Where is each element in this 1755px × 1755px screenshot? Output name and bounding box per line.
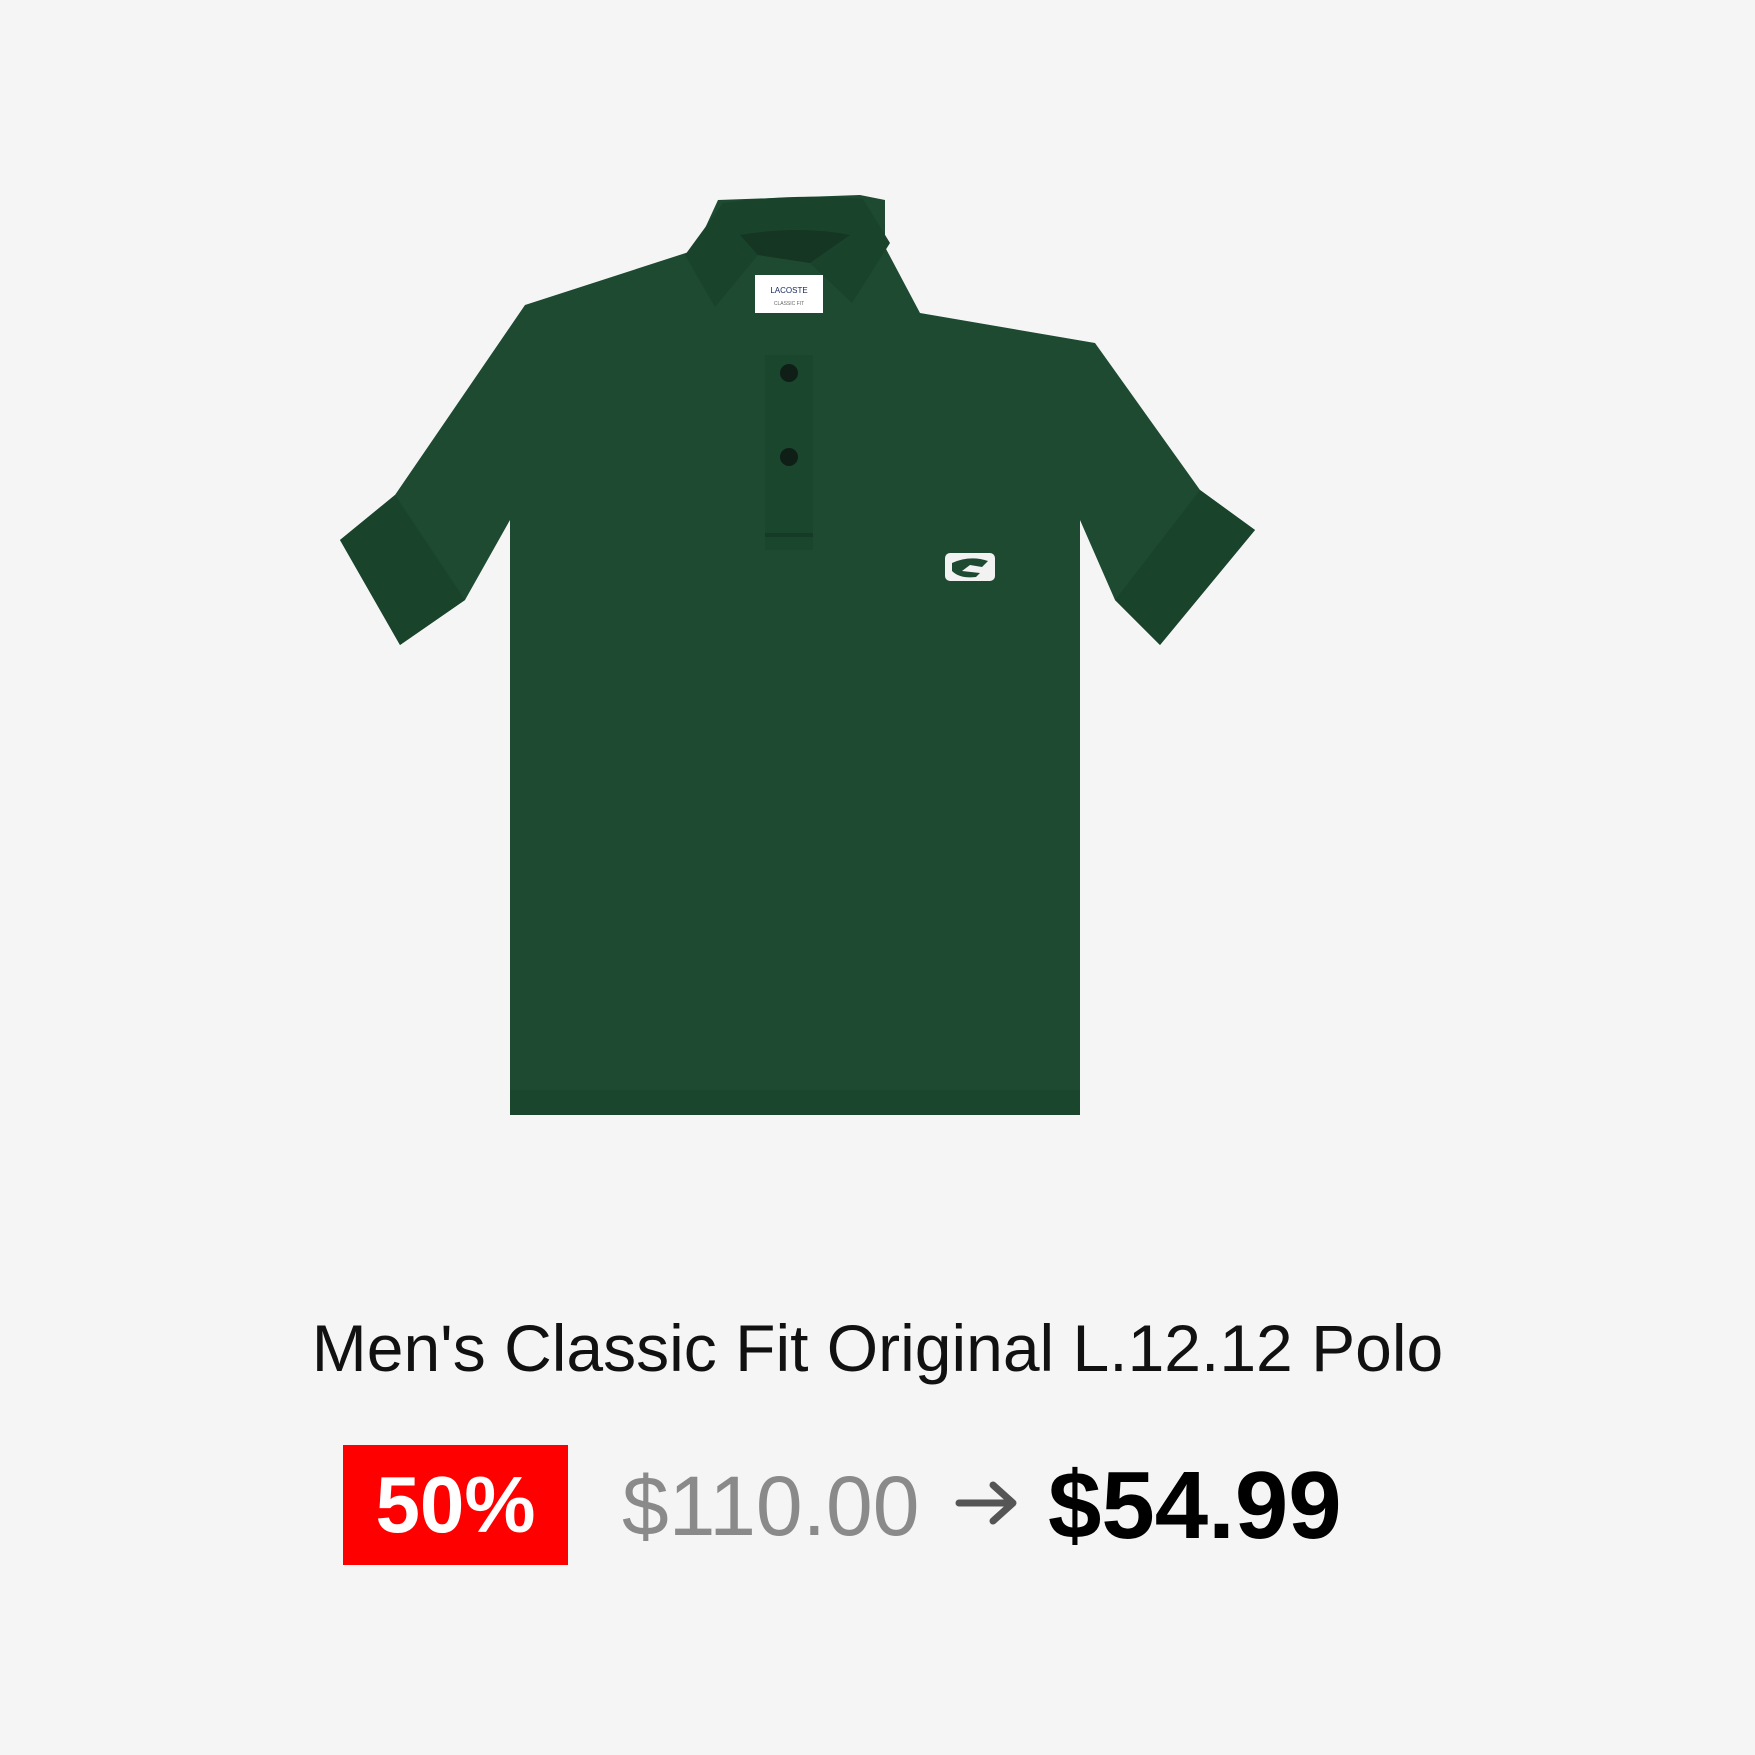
crocodile-logo-icon (945, 553, 995, 581)
sale-price: $54.99 (1048, 1452, 1342, 1559)
product-image[interactable]: LACOSTE CLASSIC FIT (340, 195, 1400, 1260)
polo-body (340, 195, 1255, 1115)
svg-text:CLASSIC FIT: CLASSIC FIT (774, 301, 804, 307)
discount-badge: 50% (343, 1445, 568, 1565)
price-row: 50% $110.00 $54.99 (0, 1445, 1755, 1567)
svg-text:LACOSTE: LACOSTE (770, 286, 807, 295)
original-price: $110.00 (622, 1459, 920, 1553)
product-title: Men's Classic Fit Original L.12.12 Polo (311, 1311, 1444, 1385)
right-arrow-icon (955, 1475, 1021, 1531)
neck-label: LACOSTE CLASSIC FIT (755, 275, 823, 313)
